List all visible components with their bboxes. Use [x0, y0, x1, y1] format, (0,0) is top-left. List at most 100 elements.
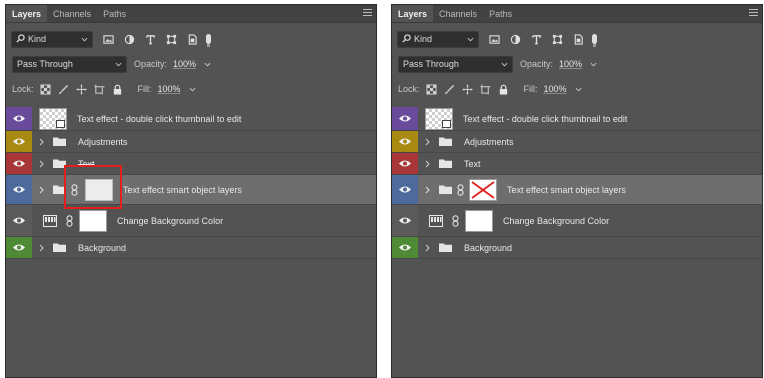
- layer-mask-thumbnail[interactable]: [79, 209, 107, 232]
- layer-name[interactable]: Text effect - double click thumbnail to …: [77, 114, 241, 124]
- layer-row[interactable]: Background: [6, 237, 376, 259]
- chevron-right-icon[interactable]: [39, 244, 47, 252]
- layer-name[interactable]: Text effect smart object layers: [507, 185, 626, 195]
- layer-row[interactable]: Change Background Color: [6, 205, 376, 237]
- adjustment-filter-icon[interactable]: [123, 33, 135, 45]
- blend-row: Pass Through Opacity: 100%: [6, 54, 376, 74]
- layer-row-selected[interactable]: Text effect smart object layers: [392, 175, 762, 205]
- visibility-eye-icon[interactable]: [6, 237, 32, 258]
- layer-name[interactable]: Text effect smart object layers: [123, 185, 242, 195]
- chevron-down-icon: [204, 61, 211, 68]
- layer-row[interactable]: Background: [392, 237, 762, 259]
- blend-row: Pass Through Opacity: 100%: [392, 54, 762, 74]
- image-filter-icon[interactable]: [488, 33, 500, 45]
- fill-value: 100%: [157, 84, 181, 94]
- layer-name[interactable]: Text effect - double click thumbnail to …: [463, 114, 627, 124]
- lock-pixels-icon[interactable]: [444, 83, 456, 95]
- tab-channels[interactable]: Channels: [433, 5, 483, 22]
- blend-mode-select[interactable]: Pass Through: [398, 55, 513, 73]
- fill-field[interactable]: 100%: [542, 81, 584, 97]
- visibility-eye-icon[interactable]: [6, 175, 32, 204]
- layer-mask-thumbnail[interactable]: [465, 209, 493, 232]
- shape-filter-icon[interactable]: [551, 33, 563, 45]
- visibility-eye-icon[interactable]: [6, 107, 32, 130]
- folder-icon: [439, 185, 452, 194]
- lock-artboard-icon[interactable]: [94, 83, 106, 95]
- layer-name[interactable]: Text: [464, 159, 481, 169]
- tab-paths[interactable]: Paths: [97, 5, 132, 22]
- panel-menu-icon[interactable]: [749, 9, 758, 18]
- layer-name[interactable]: Background: [78, 243, 126, 253]
- visibility-eye-icon[interactable]: [392, 175, 418, 204]
- layer-row[interactable]: Text effect - double click thumbnail to …: [6, 107, 376, 131]
- layer-row[interactable]: Adjustments: [6, 131, 376, 153]
- opacity-field[interactable]: 100%: [171, 56, 213, 72]
- chevron-down-icon: [575, 86, 582, 93]
- folder-icon: [439, 243, 452, 252]
- layer-row[interactable]: Change Background Color: [392, 205, 762, 237]
- opacity-label: Opacity:: [134, 59, 168, 69]
- adjustment-filter-icon[interactable]: [509, 33, 521, 45]
- visibility-eye-icon[interactable]: [6, 153, 32, 174]
- chevron-right-icon[interactable]: [425, 244, 433, 252]
- folder-icon: [53, 185, 66, 194]
- layer-name[interactable]: Text: [78, 159, 95, 169]
- smart-object-filter-icon[interactable]: [186, 33, 198, 45]
- filter-toggle[interactable]: [592, 34, 597, 47]
- image-filter-icon[interactable]: [102, 33, 114, 45]
- filter-kind-select[interactable]: Kind: [397, 30, 479, 48]
- smart-object-filter-icon[interactable]: [572, 33, 584, 45]
- layer-name[interactable]: Background: [464, 243, 512, 253]
- visibility-eye-icon[interactable]: [392, 131, 418, 152]
- filter-toggle[interactable]: [206, 34, 211, 47]
- opacity-field[interactable]: 100%: [557, 56, 599, 72]
- lock-all-icon[interactable]: [498, 83, 510, 95]
- type-filter-icon[interactable]: [144, 33, 156, 45]
- visibility-eye-icon[interactable]: [6, 131, 32, 152]
- blend-mode-select[interactable]: Pass Through: [12, 55, 127, 73]
- layer-row[interactable]: Text: [6, 153, 376, 175]
- lock-artboard-icon[interactable]: [480, 83, 492, 95]
- layer-name[interactable]: Change Background Color: [503, 216, 609, 226]
- tab-channels[interactable]: Channels: [47, 5, 97, 22]
- lock-position-icon[interactable]: [76, 83, 88, 95]
- filter-kind-select[interactable]: Kind: [11, 30, 93, 48]
- panel-menu-icon[interactable]: [363, 9, 372, 18]
- lock-transparent-icon[interactable]: [40, 83, 52, 95]
- chevron-right-icon[interactable]: [39, 186, 47, 194]
- chevron-right-icon[interactable]: [425, 160, 433, 168]
- chevron-right-icon[interactable]: [425, 186, 433, 194]
- type-filter-icon[interactable]: [530, 33, 542, 45]
- lock-all-icon[interactable]: [112, 83, 124, 95]
- lock-pixels-icon[interactable]: [58, 83, 70, 95]
- smart-object-thumbnail[interactable]: [425, 107, 453, 130]
- tab-layers[interactable]: Layers: [6, 5, 48, 22]
- layer-row-selected[interactable]: Text effect smart object layers: [6, 175, 376, 205]
- tab-paths[interactable]: Paths: [483, 5, 518, 22]
- visibility-eye-icon[interactable]: [6, 205, 32, 236]
- mask-thumbnail[interactable]: [85, 178, 113, 201]
- lock-position-icon[interactable]: [462, 83, 474, 95]
- visibility-eye-icon[interactable]: [392, 153, 418, 174]
- visibility-eye-icon[interactable]: [392, 237, 418, 258]
- chevron-right-icon[interactable]: [39, 138, 47, 146]
- layer-row[interactable]: Adjustments: [392, 131, 762, 153]
- visibility-eye-icon[interactable]: [392, 107, 418, 130]
- fill-field[interactable]: 100%: [156, 81, 198, 97]
- smart-object-thumbnail[interactable]: [39, 107, 67, 130]
- blend-mode-value: Pass Through: [403, 59, 459, 69]
- layer-row[interactable]: Text: [392, 153, 762, 175]
- link-icon: [71, 183, 78, 196]
- layer-name[interactable]: Adjustments: [464, 137, 514, 147]
- lock-row: Lock: Fill: 100%: [6, 79, 376, 99]
- tab-layers[interactable]: Layers: [392, 5, 434, 22]
- shape-filter-icon[interactable]: [165, 33, 177, 45]
- chevron-right-icon[interactable]: [39, 160, 47, 168]
- layer-row[interactable]: Text effect - double click thumbnail to …: [392, 107, 762, 131]
- lock-transparent-icon[interactable]: [426, 83, 438, 95]
- chevron-right-icon[interactable]: [425, 138, 433, 146]
- layer-name[interactable]: Adjustments: [78, 137, 128, 147]
- disabled-mask-thumbnail[interactable]: [469, 178, 497, 201]
- visibility-eye-icon[interactable]: [392, 205, 418, 236]
- layer-name[interactable]: Change Background Color: [117, 216, 223, 226]
